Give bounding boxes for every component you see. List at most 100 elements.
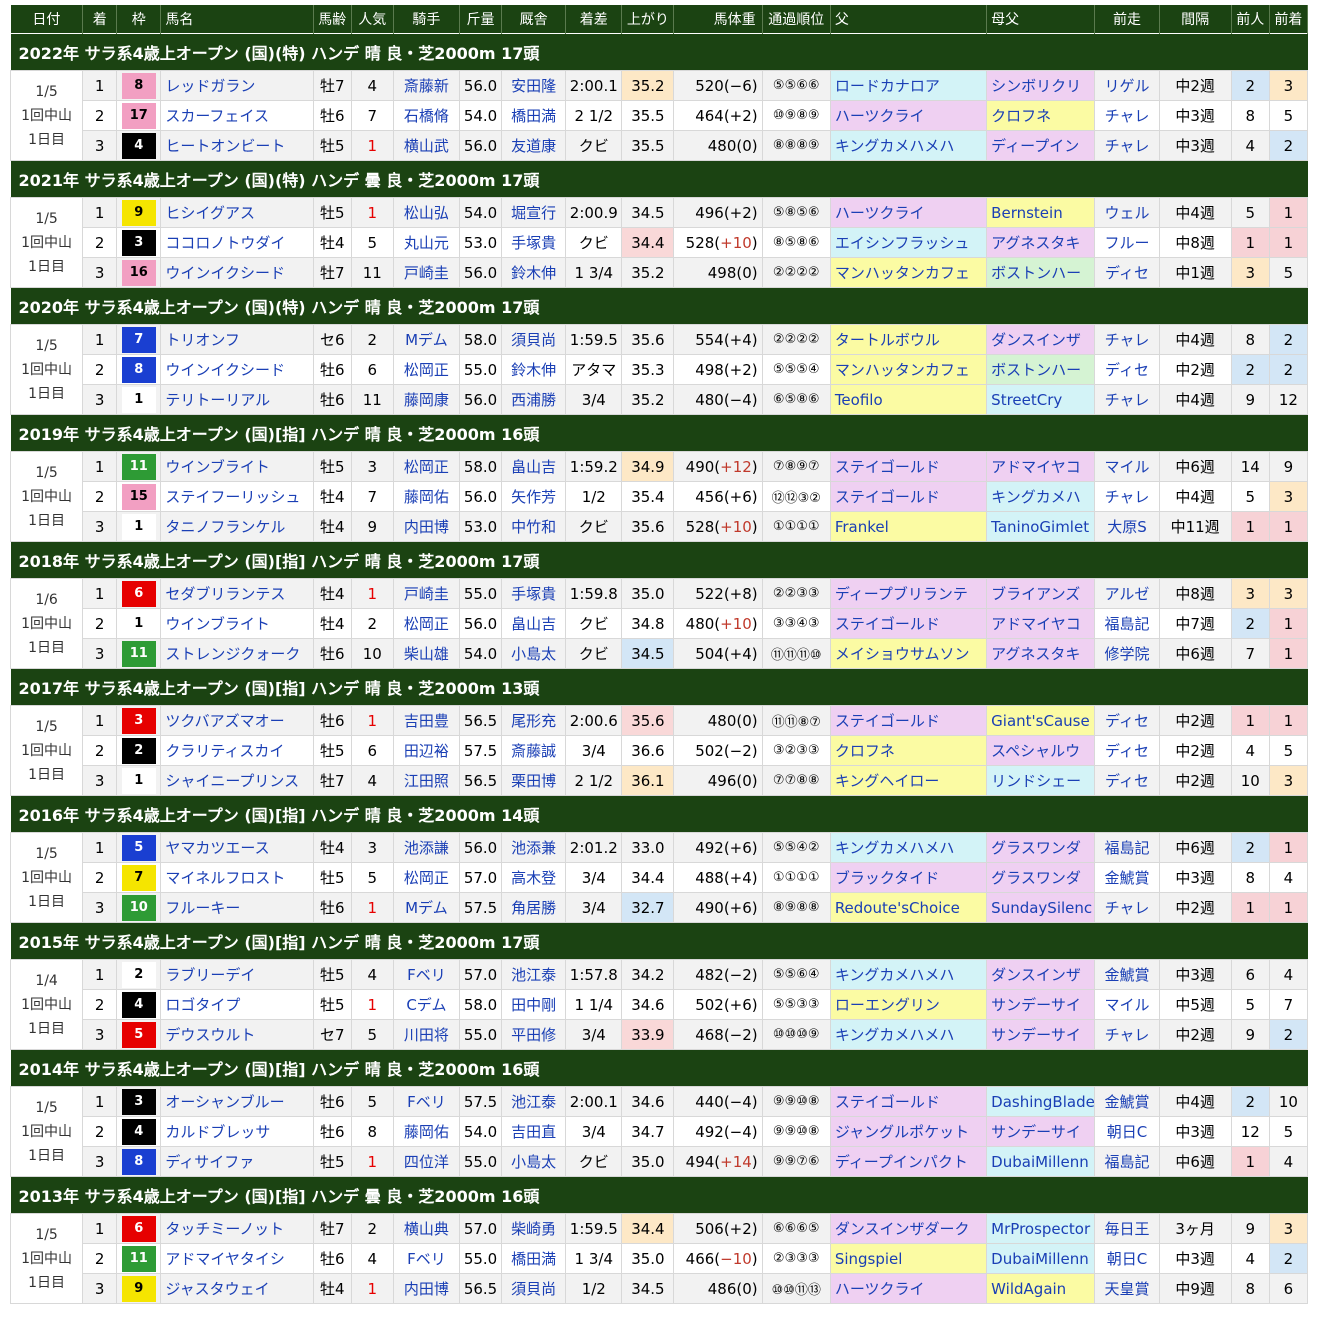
horse-name-link[interactable]: マイネルフロスト	[160, 862, 314, 893]
col-header[interactable]: 日付	[10, 5, 84, 34]
damsire-link[interactable]: スペシャルウ	[986, 735, 1096, 766]
horse-name-link[interactable]: スカーフェイス	[160, 100, 314, 131]
stable-link[interactable]: 田中剛	[501, 989, 567, 1020]
damsire-link[interactable]: アドマイヤコ	[986, 451, 1096, 482]
stable-link[interactable]: 友道康	[501, 130, 567, 161]
prev-race-link[interactable]: ディセ	[1094, 705, 1160, 736]
stable-link[interactable]: 斎藤誠	[501, 735, 567, 766]
prev-race-link[interactable]: リゲル	[1094, 70, 1160, 101]
damsire-link[interactable]: Bernstein	[986, 197, 1096, 228]
horse-name-link[interactable]: ウインイクシード	[160, 257, 314, 288]
jockey-link[interactable]: 藤岡佑	[392, 1116, 460, 1147]
jockey-link[interactable]: Fベリ	[392, 959, 460, 990]
horse-name-link[interactable]: トリオンフ	[160, 324, 314, 355]
damsire-link[interactable]: アグネスタキ	[986, 227, 1096, 258]
jockey-link[interactable]: 松岡正	[392, 862, 460, 893]
horse-name-link[interactable]: ラブリーデイ	[160, 959, 314, 990]
horse-name-link[interactable]: ウインイクシード	[160, 354, 314, 385]
prev-race-link[interactable]: 金鯱賞	[1094, 1086, 1160, 1117]
horse-name-link[interactable]: ロゴタイプ	[160, 989, 314, 1020]
prev-race-link[interactable]: 金鯱賞	[1094, 959, 1160, 990]
damsire-link[interactable]: MrProspector	[986, 1213, 1096, 1244]
horse-name-link[interactable]: ツクバアズマオー	[160, 705, 314, 736]
prev-race-link[interactable]: 修学院	[1094, 638, 1160, 669]
sire-link[interactable]: ハーツクライ	[829, 197, 988, 228]
jockey-link[interactable]: 横山武	[392, 130, 460, 161]
prev-race-link[interactable]: チャレ	[1094, 130, 1160, 161]
col-header[interactable]: 馬名	[160, 5, 314, 34]
horse-name-link[interactable]: レッドガラン	[160, 70, 314, 101]
col-header[interactable]: 前着	[1269, 5, 1309, 34]
jockey-link[interactable]: 松山弘	[392, 197, 460, 228]
stable-link[interactable]: 矢作芳	[501, 481, 567, 512]
horse-name-link[interactable]: シャイニープリンス	[160, 765, 314, 796]
stable-link[interactable]: 角居勝	[501, 892, 567, 923]
stable-link[interactable]: 橋田満	[501, 100, 567, 131]
sire-link[interactable]: キングヘイロー	[829, 765, 988, 796]
prev-race-link[interactable]: 毎日王	[1094, 1213, 1160, 1244]
jockey-link[interactable]: Mデム	[392, 324, 460, 355]
damsire-link[interactable]: ボストンハー	[986, 257, 1096, 288]
jockey-link[interactable]: 戸崎圭	[392, 578, 460, 609]
stable-link[interactable]: 尾形充	[501, 705, 567, 736]
prev-race-link[interactable]: ディセ	[1094, 735, 1160, 766]
col-header[interactable]: 上がり	[621, 5, 675, 34]
stable-link[interactable]: 小島太	[501, 638, 567, 669]
jockey-link[interactable]: 池添謙	[392, 832, 460, 863]
jockey-link[interactable]: Cデム	[392, 989, 460, 1020]
damsire-link[interactable]: クロフネ	[986, 100, 1096, 131]
prev-race-link[interactable]: 天皇賞	[1094, 1273, 1160, 1304]
sire-link[interactable]: ステイゴールド	[829, 481, 988, 512]
horse-name-link[interactable]: アドマイヤタイシ	[160, 1243, 314, 1274]
sire-link[interactable]: ローエングリン	[829, 989, 988, 1020]
stable-link[interactable]: 須貝尚	[501, 1273, 567, 1304]
prev-race-link[interactable]: チャレ	[1094, 384, 1160, 415]
damsire-link[interactable]: サンデーサイ	[986, 1019, 1096, 1050]
stable-link[interactable]: 西浦勝	[501, 384, 567, 415]
sire-link[interactable]: ステイゴールド	[829, 1086, 988, 1117]
stable-link[interactable]: 畠山吉	[501, 608, 567, 639]
prev-race-link[interactable]: 福島記	[1094, 1146, 1160, 1177]
sire-link[interactable]: ディープブリランテ	[829, 578, 988, 609]
sire-link[interactable]: ハーツクライ	[829, 100, 988, 131]
col-header[interactable]: 馬体重	[673, 5, 763, 34]
stable-link[interactable]: 堀宣行	[501, 197, 567, 228]
jockey-link[interactable]: 内田博	[392, 511, 460, 542]
damsire-link[interactable]: グラスワンダ	[986, 862, 1096, 893]
jockey-link[interactable]: 内田博	[392, 1273, 460, 1304]
jockey-link[interactable]: 松岡正	[392, 451, 460, 482]
stable-link[interactable]: 鈴木伸	[501, 257, 567, 288]
jockey-link[interactable]: 松岡正	[392, 354, 460, 385]
damsire-link[interactable]: アドマイヤコ	[986, 608, 1096, 639]
stable-link[interactable]: 須貝尚	[501, 324, 567, 355]
prev-race-link[interactable]: チャレ	[1094, 892, 1160, 923]
prev-race-link[interactable]: 福島記	[1094, 608, 1160, 639]
horse-name-link[interactable]: フルーキー	[160, 892, 314, 923]
damsire-link[interactable]: アグネスタキ	[986, 638, 1096, 669]
jockey-link[interactable]: Mデム	[392, 892, 460, 923]
jockey-link[interactable]: Fベリ	[392, 1243, 460, 1274]
horse-name-link[interactable]: デウスウルト	[160, 1019, 314, 1050]
col-header[interactable]: 通過順位	[762, 5, 831, 34]
prev-race-link[interactable]: 大原S	[1094, 511, 1160, 542]
damsire-link[interactable]: ダンスインザ	[986, 324, 1096, 355]
stable-link[interactable]: 中竹和	[501, 511, 567, 542]
prev-race-link[interactable]: ディセ	[1094, 354, 1160, 385]
horse-name-link[interactable]: カルドブレッサ	[160, 1116, 314, 1147]
sire-link[interactable]: ステイゴールド	[829, 608, 988, 639]
damsire-link[interactable]: グラスワンダ	[986, 832, 1096, 863]
horse-name-link[interactable]: ココロノトウダイ	[160, 227, 314, 258]
sire-link[interactable]: ダンスインザダーク	[829, 1213, 988, 1244]
col-header[interactable]: 馬齢	[313, 5, 352, 34]
prev-race-link[interactable]: 朝日C	[1094, 1243, 1160, 1274]
damsire-link[interactable]: シンボリクリ	[986, 70, 1096, 101]
prev-race-link[interactable]: チャレ	[1094, 324, 1160, 355]
col-header[interactable]: 斤量	[459, 5, 503, 34]
sire-link[interactable]: クロフネ	[829, 735, 988, 766]
horse-name-link[interactable]: ステイフーリッシュ	[160, 481, 314, 512]
sire-link[interactable]: ステイゴールド	[829, 705, 988, 736]
sire-link[interactable]: Redoute'sChoice	[829, 892, 988, 923]
horse-name-link[interactable]: ヤマカツエース	[160, 832, 314, 863]
jockey-link[interactable]: 田辺裕	[392, 735, 460, 766]
prev-race-link[interactable]: 福島記	[1094, 832, 1160, 863]
